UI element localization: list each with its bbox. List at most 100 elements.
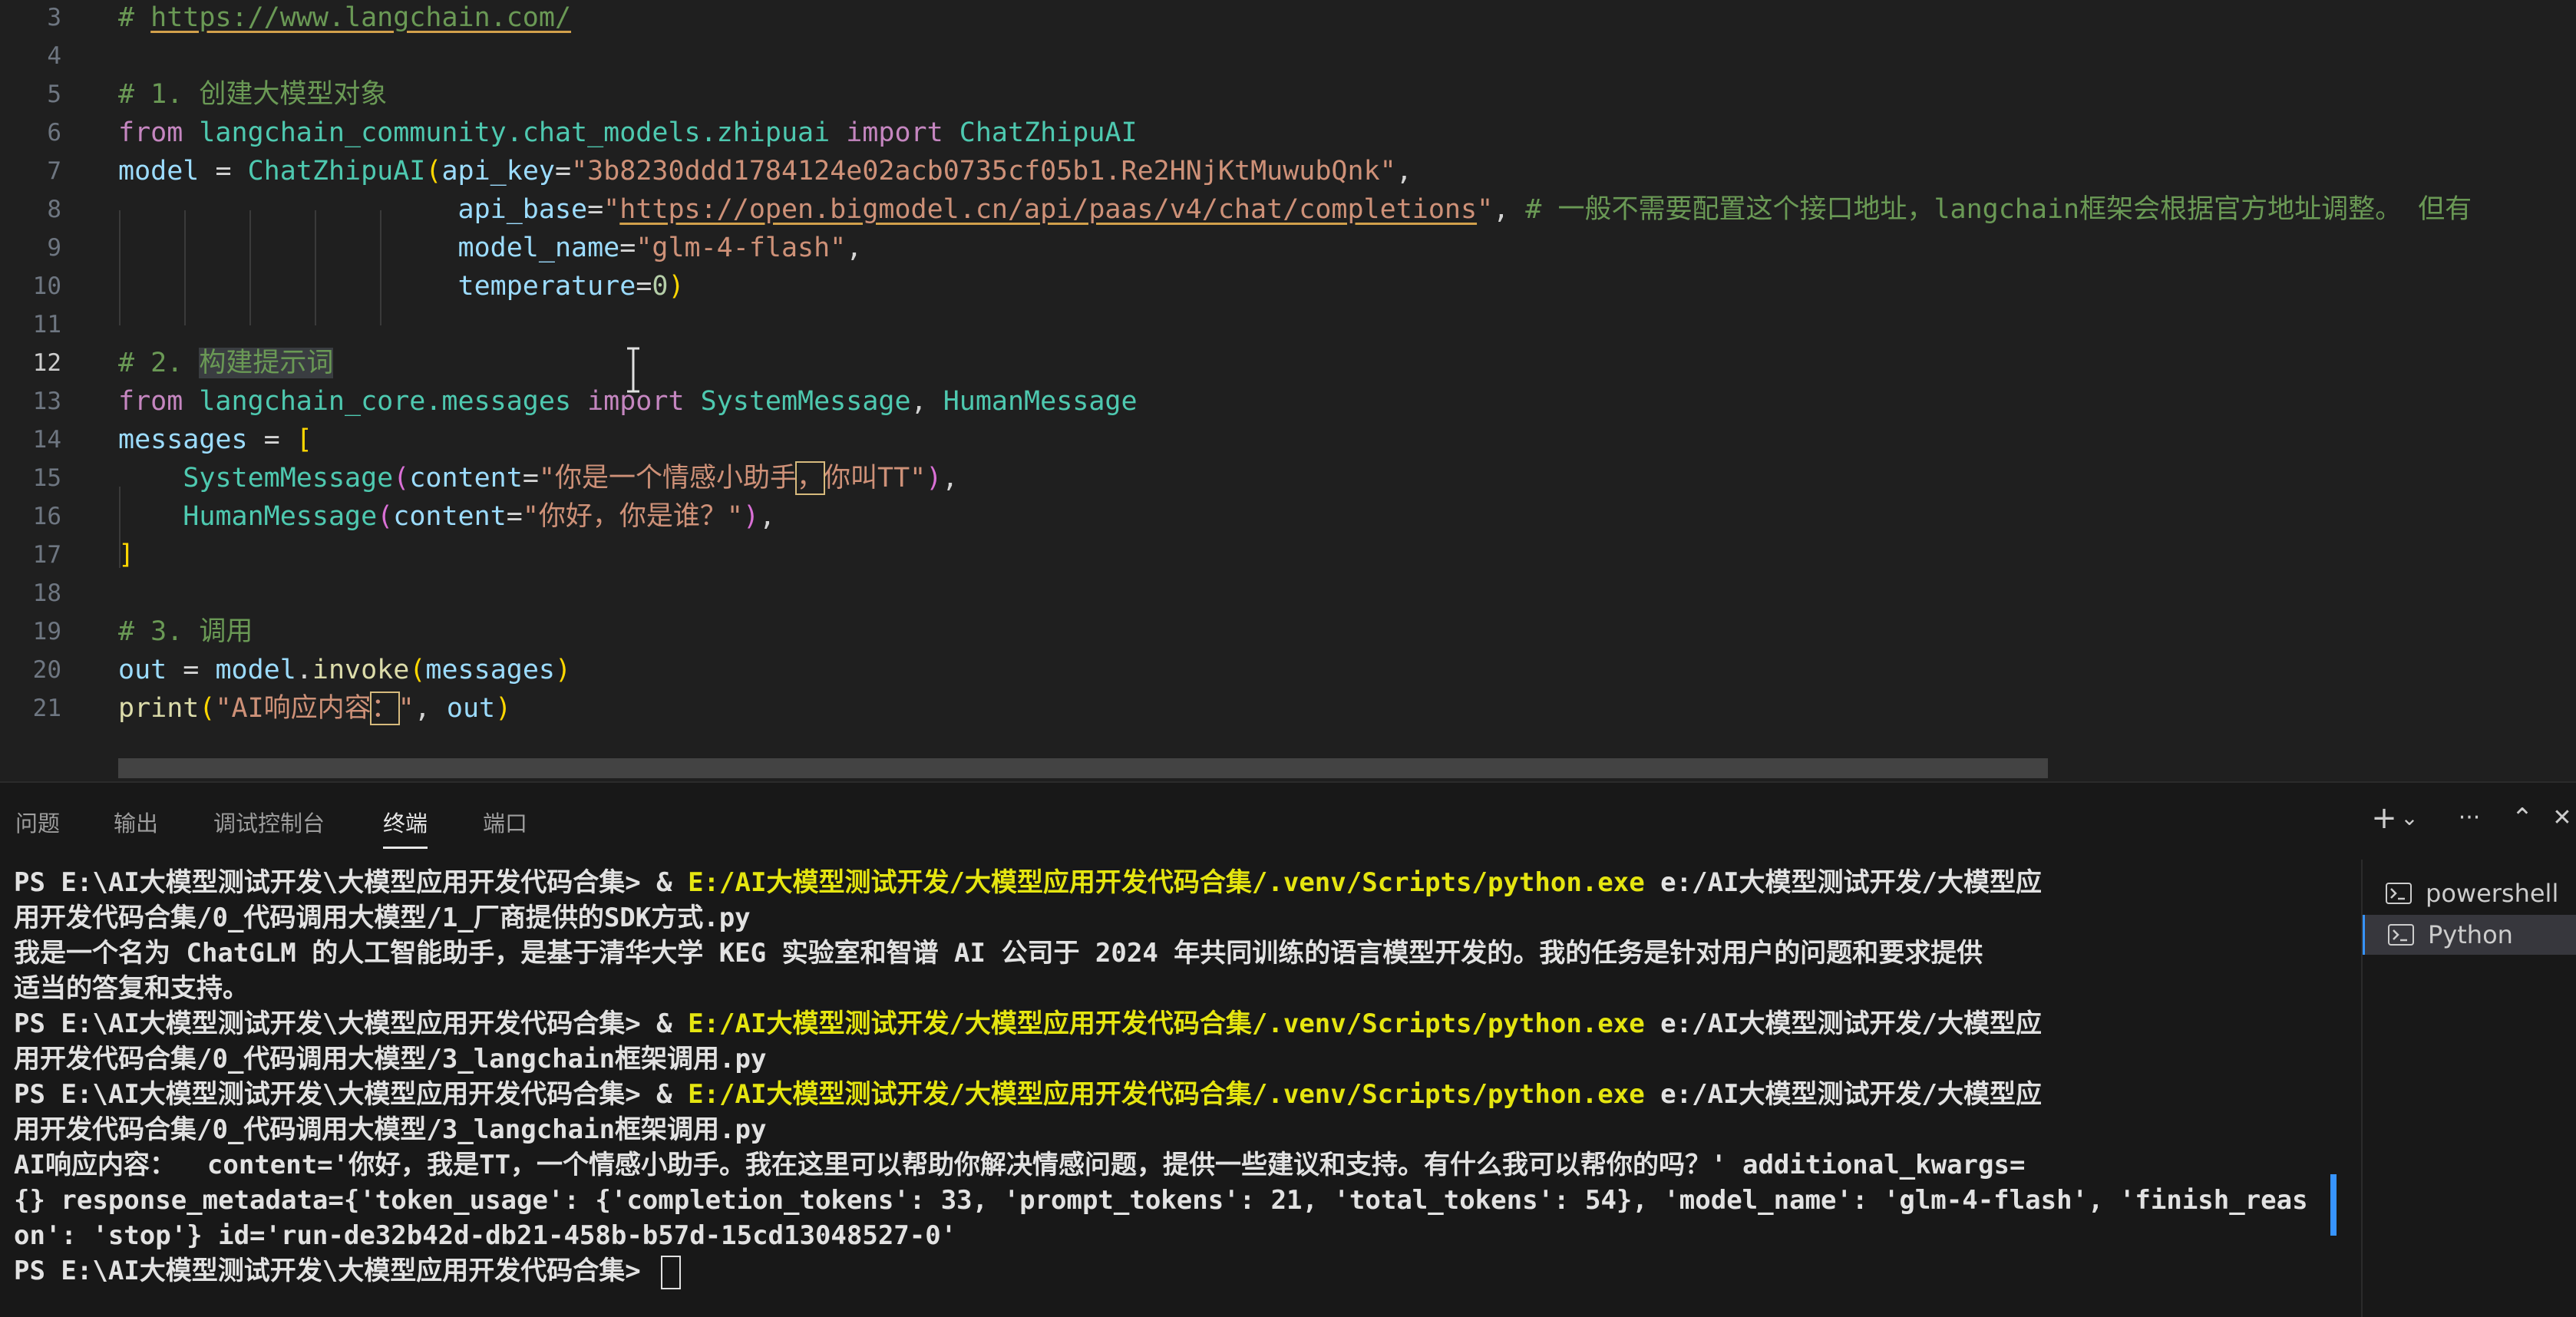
- code-token: =: [619, 233, 636, 263]
- terminal-line: PS E:\AI大模型测试开发\大模型应用开发代码合集> & E:/AI大模型测…: [14, 864, 2042, 901]
- tab-ports[interactable]: 端口: [483, 806, 527, 838]
- terminal-line: on': 'stop'} id='run-de32b42d-db21-458b-…: [14, 1217, 956, 1254]
- code-line[interactable]: 5 # 1. 创建大模型对象: [0, 74, 2576, 115]
- terminal-cursor: [661, 1255, 682, 1289]
- code-token: 0: [652, 271, 669, 302]
- terminal-text: E:/AI大模型测试开发/大模型应用开发代码合集/.venv/Scripts/p…: [688, 1079, 1645, 1110]
- terminal-text: {} response_metadata={'token_usage': {'c…: [14, 1185, 2308, 1216]
- code-token: ChatZhipuAI: [959, 117, 1138, 148]
- code-token: content: [409, 463, 523, 493]
- code-token: import: [846, 117, 959, 148]
- code-token: ": [1477, 194, 1494, 225]
- code-editor[interactable]: 3 # https://www.langchain.com/4 5 # 1. 创建大模…: [0, 0, 2576, 781]
- code-line[interactable]: 16 HumanMessage(content="你好，你是谁？"),: [0, 496, 2576, 537]
- code-text: # 1. 创建大模型对象: [118, 74, 387, 115]
- terminal-text: 适当的答复和支持。: [14, 973, 249, 1004]
- code-text: temperature=0): [118, 266, 685, 307]
- terminal-text: on': 'stop'} id='run-de32b42d-db21-458b-…: [14, 1220, 957, 1251]
- code-line[interactable]: 3 # https://www.langchain.com/: [0, 0, 2576, 38]
- code-line[interactable]: 9 model_name="glm-4-flash",: [0, 227, 2576, 269]
- tab-problems[interactable]: 问题: [15, 806, 60, 838]
- code-token: ,: [846, 233, 863, 263]
- line-number: 7: [47, 157, 61, 185]
- code-text: SystemMessage(content="你是一个情感小助手，你叫TT"),: [118, 457, 958, 499]
- code-token: =: [587, 194, 604, 225]
- code-token: # 1. 创建大模型对象: [118, 79, 388, 110]
- terminal-item-python[interactable]: Python: [2363, 915, 2576, 955]
- tab-output[interactable]: 输出: [114, 806, 158, 838]
- code-line[interactable]: 17]: [0, 534, 2576, 576]
- code-token: # 一般不需要配置这个接口地址，langchain框架会根据官方地址调整。 但有: [1525, 194, 2472, 225]
- terminal-list: powershell Python: [2361, 860, 2576, 1317]
- terminal-line: PS E:\AI大模型测试开发\大模型应用开发代码合集> & E:/AI大模型测…: [14, 1005, 2042, 1042]
- bottom-panel: 问题 输出 调试控制台 终端 端口 + ⌄ ··· ⌃ ✕ PS E:\AI大模…: [0, 781, 2576, 1317]
- new-terminal-icon[interactable]: +: [2369, 797, 2399, 840]
- more-actions-icon[interactable]: ···: [2450, 797, 2488, 840]
- code-line[interactable]: 7 model = ChatZhipuAI(api_key="3b8230ddd1…: [0, 150, 2576, 192]
- code-token: messages: [425, 655, 555, 685]
- code-line[interactable]: 4: [0, 35, 2576, 77]
- code-token: langchain_community.chat_models.zhipuai: [199, 117, 847, 148]
- terminal-text: PS E:\AI大模型测试开发\大模型应用开发代码合集> &: [14, 1079, 689, 1110]
- code-line[interactable]: 18: [0, 573, 2576, 614]
- code-line[interactable]: 8 api_base="https://open.bigmodel.cn/api…: [0, 189, 2576, 230]
- terminal-text: 用开发代码合集/0_代码调用大模型/1_厂商提供的SDK方式.py: [14, 903, 751, 933]
- code-line[interactable]: 14 messages = [: [0, 419, 2576, 460]
- horizontal-scrollbar[interactable]: [118, 758, 2048, 778]
- code-token: langchain_core.messages: [199, 386, 588, 417]
- code-token: # 3. 调用: [118, 616, 253, 647]
- line-number: 18: [32, 579, 61, 607]
- code-token: ,: [759, 501, 776, 532]
- terminal-text: e:/AI大模型测试开发/大模型应: [1644, 867, 2042, 898]
- terminal-label: powershell: [2426, 879, 2559, 908]
- indent-guide: [184, 210, 186, 325]
- code-line[interactable]: 13 from langchain_core.messages import Sy…: [0, 381, 2576, 422]
- code-token: SystemMessage: [700, 386, 911, 417]
- code-text: ]: [118, 534, 134, 576]
- code-line[interactable]: 20 out = model.invoke(messages): [0, 649, 2576, 691]
- line-number: 12: [32, 349, 61, 377]
- code-line[interactable]: 15 SystemMessage(content="你是一个情感小助手，你叫TT…: [0, 457, 2576, 499]
- terminal-text: E:/AI大模型测试开发/大模型应用开发代码合集/.venv/Scripts/p…: [688, 1008, 1645, 1039]
- terminal-text: e:/AI大模型测试开发/大模型应: [1644, 1008, 2042, 1039]
- code-text: print("AI响应内容：", out): [118, 688, 511, 729]
- code-line[interactable]: 19 # 3. 调用: [0, 611, 2576, 652]
- code-line[interactable]: 6 from langchain_community.chat_models.zh…: [0, 112, 2576, 153]
- code-token: HumanMessage: [183, 501, 378, 532]
- terminal-text: E:/AI大模型测试开发/大模型应用开发代码合集/.venv/Scripts/p…: [688, 867, 1645, 898]
- tab-debug-console[interactable]: 调试控制台: [213, 806, 325, 838]
- code-token: =: [183, 655, 216, 685]
- code-token: https://www.langchain.com/: [150, 2, 572, 33]
- terminal-scrollbar[interactable]: [2330, 1174, 2337, 1236]
- code-line[interactable]: 11: [0, 304, 2576, 345]
- terminal-text: PS E:\AI大模型测试开发\大模型应用开发代码合集> &: [14, 867, 689, 898]
- line-number: 13: [32, 388, 61, 415]
- terminal-dropdown-icon[interactable]: ⌄: [2398, 797, 2421, 840]
- tab-terminal[interactable]: 终端: [383, 806, 428, 849]
- code-token: HumanMessage: [943, 386, 1138, 417]
- terminal-line: AI响应内容： content='你好，我是TT，一个情感小助手。我在这里可以帮…: [14, 1147, 2025, 1183]
- close-panel-icon[interactable]: ✕: [2548, 797, 2576, 840]
- maximize-panel-icon[interactable]: ⌃: [2507, 797, 2538, 840]
- line-number: 10: [32, 272, 61, 300]
- code-line[interactable]: 12 # 2. 构建提示词: [0, 342, 2576, 384]
- terminal-text: 用开发代码合集/0_代码调用大模型/3_langchain框架调用.py: [14, 1044, 767, 1074]
- code-line[interactable]: 10 temperature=0): [0, 266, 2576, 307]
- code-text: out = model.invoke(messages): [118, 649, 571, 691]
- code-token: .: [296, 655, 312, 685]
- terminal-output[interactable]: PS E:\AI大模型测试开发\大模型应用开发代码合集> & E:/AI大模型测…: [0, 860, 2356, 1317]
- text-cursor-icon: [627, 347, 639, 393]
- code-line[interactable]: 21 print("AI响应内容：", out): [0, 688, 2576, 729]
- line-number: 9: [47, 234, 61, 262]
- code-token: ": [603, 194, 620, 225]
- code-token: #: [118, 2, 151, 33]
- terminal-label: Python: [2428, 920, 2513, 949]
- code-token: ：: [369, 692, 400, 725]
- terminal-item-powershell[interactable]: powershell: [2363, 873, 2576, 913]
- line-number: 17: [32, 541, 61, 569]
- indent-guide: [380, 210, 381, 325]
- code-token: ): [926, 463, 943, 493]
- code-token: =: [506, 501, 523, 532]
- code-token: (: [409, 655, 426, 685]
